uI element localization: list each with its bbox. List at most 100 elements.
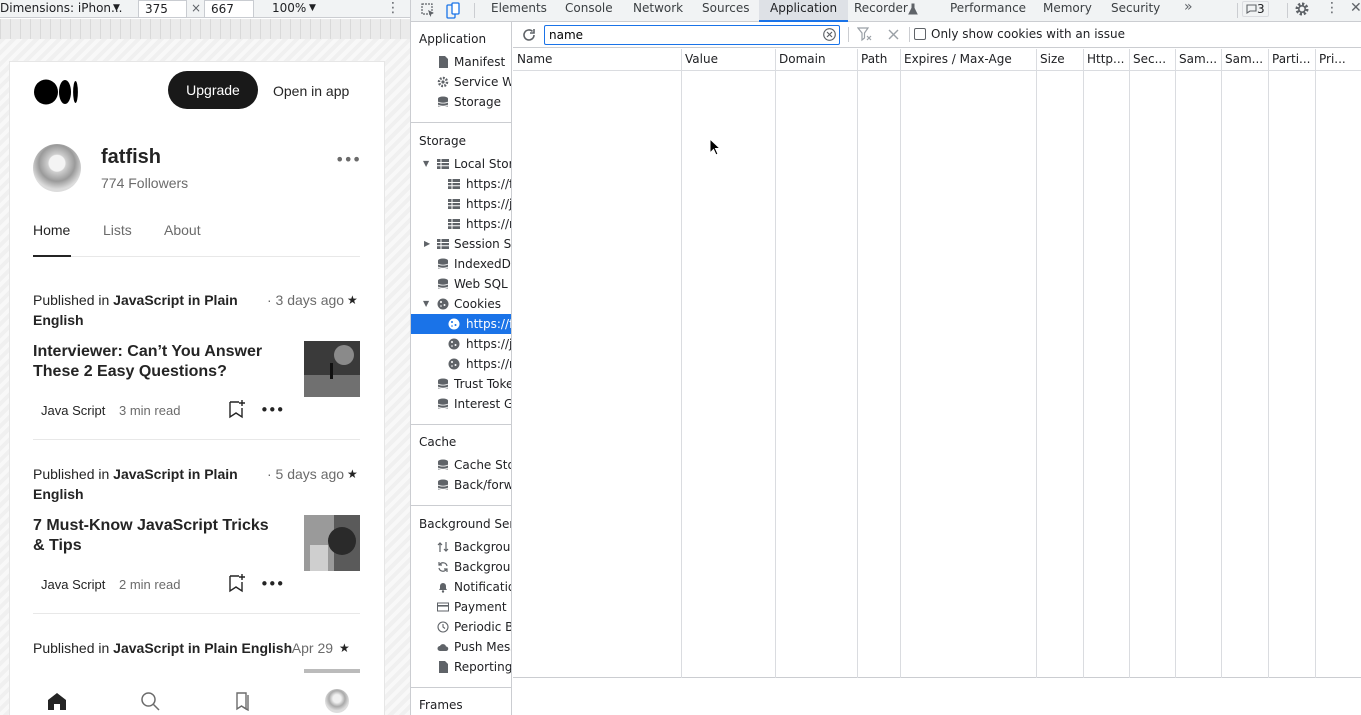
sidebar-item-cache-storage[interactable]: Cache Sto (411, 455, 511, 475)
home-icon[interactable] (46, 691, 68, 711)
article-thumbnail[interactable] (304, 669, 360, 673)
column-divider[interactable] (1129, 49, 1130, 678)
sidebar-item-session-storage[interactable]: ▶ Session St (411, 234, 511, 254)
more-tabs-icon[interactable]: » (1184, 0, 1193, 22)
tab-lists[interactable]: Lists (103, 222, 132, 238)
column-divider[interactable] (1036, 49, 1037, 678)
tab-home[interactable]: Home (33, 222, 70, 238)
column-header-sameparty[interactable]: Sam... (1221, 49, 1268, 70)
device-toolbar-icon[interactable] (446, 2, 460, 19)
tag-chip[interactable]: Java Script (41, 403, 105, 418)
column-divider[interactable] (1268, 49, 1269, 678)
only-issues-label[interactable]: Only show cookies with an issue (931, 27, 1125, 41)
column-divider[interactable] (1315, 49, 1316, 678)
sidebar-item-cookie-origin[interactable]: https://fa (411, 314, 511, 334)
followers-count[interactable]: 774 Followers (101, 175, 188, 191)
expanded-arrow-icon[interactable]: ▼ (423, 294, 429, 314)
bookmark-add-icon[interactable] (228, 399, 246, 419)
sidebar-item-cookie-origin[interactable]: https://js (411, 334, 511, 354)
device-select[interactable]: Dimensions: iPhon... (0, 1, 122, 15)
tab-performance[interactable]: Performance (950, 0, 1026, 22)
clear-input-icon[interactable] (823, 28, 836, 41)
publication-link[interactable]: English (33, 312, 84, 328)
bookmarks-icon[interactable] (233, 691, 253, 711)
expanded-arrow-icon[interactable]: ▼ (423, 154, 429, 174)
sidebar-item-local-storage[interactable]: ▼ Local Stora (411, 154, 511, 174)
more-icon[interactable]: ••• (335, 150, 361, 169)
medium-logo[interactable] (34, 79, 79, 105)
tab-memory[interactable]: Memory (1043, 0, 1092, 22)
column-divider[interactable] (1221, 49, 1222, 678)
sidebar-item-interest-groups[interactable]: Interest Gr (411, 394, 511, 414)
tab-sources[interactable]: Sources (702, 0, 749, 22)
sidebar-item-back-forward-cache[interactable]: Back/forwa (411, 475, 511, 495)
publication-link[interactable]: English (33, 486, 84, 502)
publication-link[interactable]: JavaScript in Plain English (113, 640, 292, 656)
column-divider[interactable] (857, 49, 858, 678)
tab-application[interactable]: Application (759, 0, 849, 22)
search-icon[interactable] (140, 691, 160, 711)
avatar[interactable] (33, 144, 81, 192)
column-divider[interactable] (775, 49, 776, 678)
sidebar-item-cookie-origin[interactable]: https://m (411, 354, 511, 374)
article-thumbnail[interactable] (304, 341, 360, 397)
column-header-path[interactable]: Path (857, 49, 900, 70)
height-input[interactable]: 667 (204, 0, 254, 18)
article-title[interactable]: Interviewer: Can’t You Answer These 2 Ea… (33, 342, 273, 382)
tab-network[interactable]: Network (633, 0, 683, 22)
sidebar-item-service-workers[interactable]: Service Wo (411, 72, 511, 92)
column-header-partition-key[interactable]: Parti... (1268, 49, 1315, 70)
open-in-app-link[interactable]: Open in app (273, 83, 349, 99)
column-header-secure[interactable]: Sec... (1129, 49, 1175, 70)
sidebar-item-push-messaging[interactable]: Push Mess (411, 637, 511, 657)
tab-security[interactable]: Security (1111, 0, 1160, 22)
issues-badge[interactable]: 3 (1242, 1, 1269, 17)
sidebar-item-background-fetch[interactable]: Backgroun (411, 537, 511, 557)
column-header-samesite[interactable]: Sam... (1175, 49, 1221, 70)
width-input[interactable]: 375 (138, 0, 187, 18)
tab-console[interactable]: Console (565, 0, 613, 22)
more-icon[interactable]: ••• (260, 575, 285, 593)
profile-avatar[interactable] (325, 689, 349, 713)
column-header-name[interactable]: Name (513, 49, 681, 70)
sidebar-item-periodic-background-sync[interactable]: Periodic Ba (411, 617, 511, 637)
sidebar-item-indexeddb[interactable]: IndexedDE (411, 254, 511, 274)
column-header-size[interactable]: Size (1036, 49, 1083, 70)
tag-chip[interactable]: Java Script (41, 577, 105, 592)
clear-all-cookies-icon[interactable] (888, 29, 899, 40)
sidebar-item-notifications[interactable]: Notificatio (411, 577, 511, 597)
sidebar-item-cookies[interactable]: ▼ Cookies (411, 294, 511, 314)
article-title[interactable]: 7 Must-Know JavaScript Tricks & Tips (33, 516, 273, 556)
column-header-httponly[interactable]: Http... (1083, 49, 1129, 70)
sidebar-item-background-sync[interactable]: Backgroun (411, 557, 511, 577)
collapsed-arrow-icon[interactable]: ▶ (424, 234, 430, 254)
tab-recorder[interactable]: Recorder (854, 0, 908, 22)
publication-link[interactable]: JavaScript in Plain (113, 292, 238, 308)
column-divider[interactable] (681, 49, 682, 678)
clear-filtered-cookies-icon[interactable] (857, 27, 873, 42)
column-divider[interactable] (1175, 49, 1176, 678)
tab-about[interactable]: About (164, 222, 201, 238)
inspect-element-icon[interactable] (421, 3, 436, 18)
sidebar-item-local-storage-origin[interactable]: https://js (411, 194, 511, 214)
column-divider[interactable] (900, 49, 901, 678)
zoom-select[interactable]: 100% (272, 1, 306, 15)
sidebar-item-local-storage-origin[interactable]: https://fa (411, 174, 511, 194)
column-header-value[interactable]: Value (681, 49, 775, 70)
upgrade-button[interactable]: Upgrade (168, 71, 258, 109)
more-options-icon[interactable]: ⋮ (386, 0, 400, 16)
filter-input[interactable] (544, 25, 840, 45)
sidebar-item-storage[interactable]: Storage (411, 92, 511, 112)
publication-link[interactable]: JavaScript in Plain (113, 466, 238, 482)
sidebar-item-trust-tokens[interactable]: Trust Toker (411, 374, 511, 394)
refresh-icon[interactable] (522, 28, 536, 42)
article-thumbnail[interactable] (304, 515, 360, 571)
sidebar-item-local-storage-origin[interactable]: https://m (411, 214, 511, 234)
only-issues-checkbox[interactable] (914, 28, 926, 40)
chevron-down-icon[interactable]: ▼ (113, 3, 120, 13)
sidebar-item-web-sql[interactable]: Web SQL (411, 274, 511, 294)
close-icon[interactable]: ✕ (1350, 0, 1361, 16)
bookmark-add-icon[interactable] (228, 573, 246, 593)
column-header-domain[interactable]: Domain (775, 49, 857, 70)
chevron-down-icon[interactable]: ▼ (309, 3, 316, 13)
